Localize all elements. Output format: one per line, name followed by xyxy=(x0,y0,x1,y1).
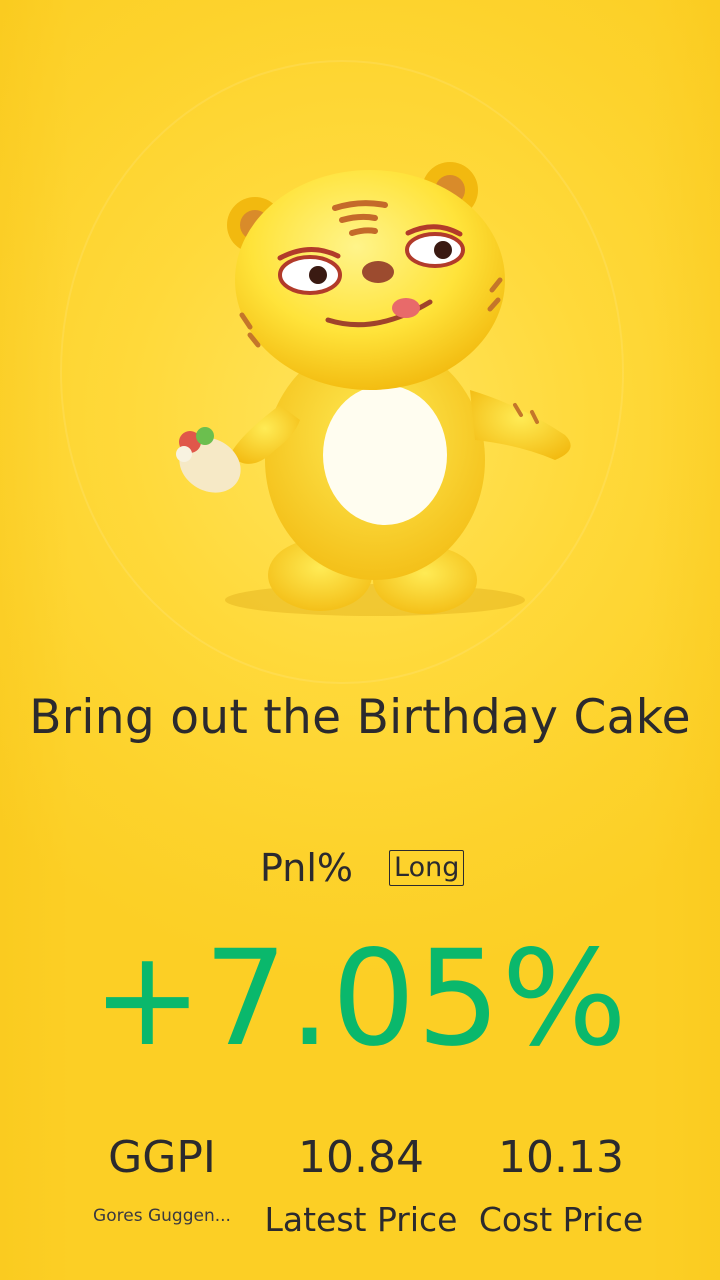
pnl-label: Pnl% xyxy=(260,846,353,890)
pnl-percentage-value: +7.05% xyxy=(92,922,628,1076)
stat-cost-price: 10.13 Cost Price xyxy=(441,1132,681,1238)
pnl-row: Pnl% Long xyxy=(0,846,720,894)
position-direction-badge: Long xyxy=(389,850,465,886)
page-title: Bring out the Birthday Cake xyxy=(29,690,691,745)
cost-price-label: Cost Price xyxy=(478,1200,644,1239)
cost-price-value: 10.13 xyxy=(498,1132,624,1183)
birthday-cake-screen: { "headline": "Bring out the Birthday Ca… xyxy=(0,0,720,1280)
tiger-mascot-icon xyxy=(176,162,571,616)
